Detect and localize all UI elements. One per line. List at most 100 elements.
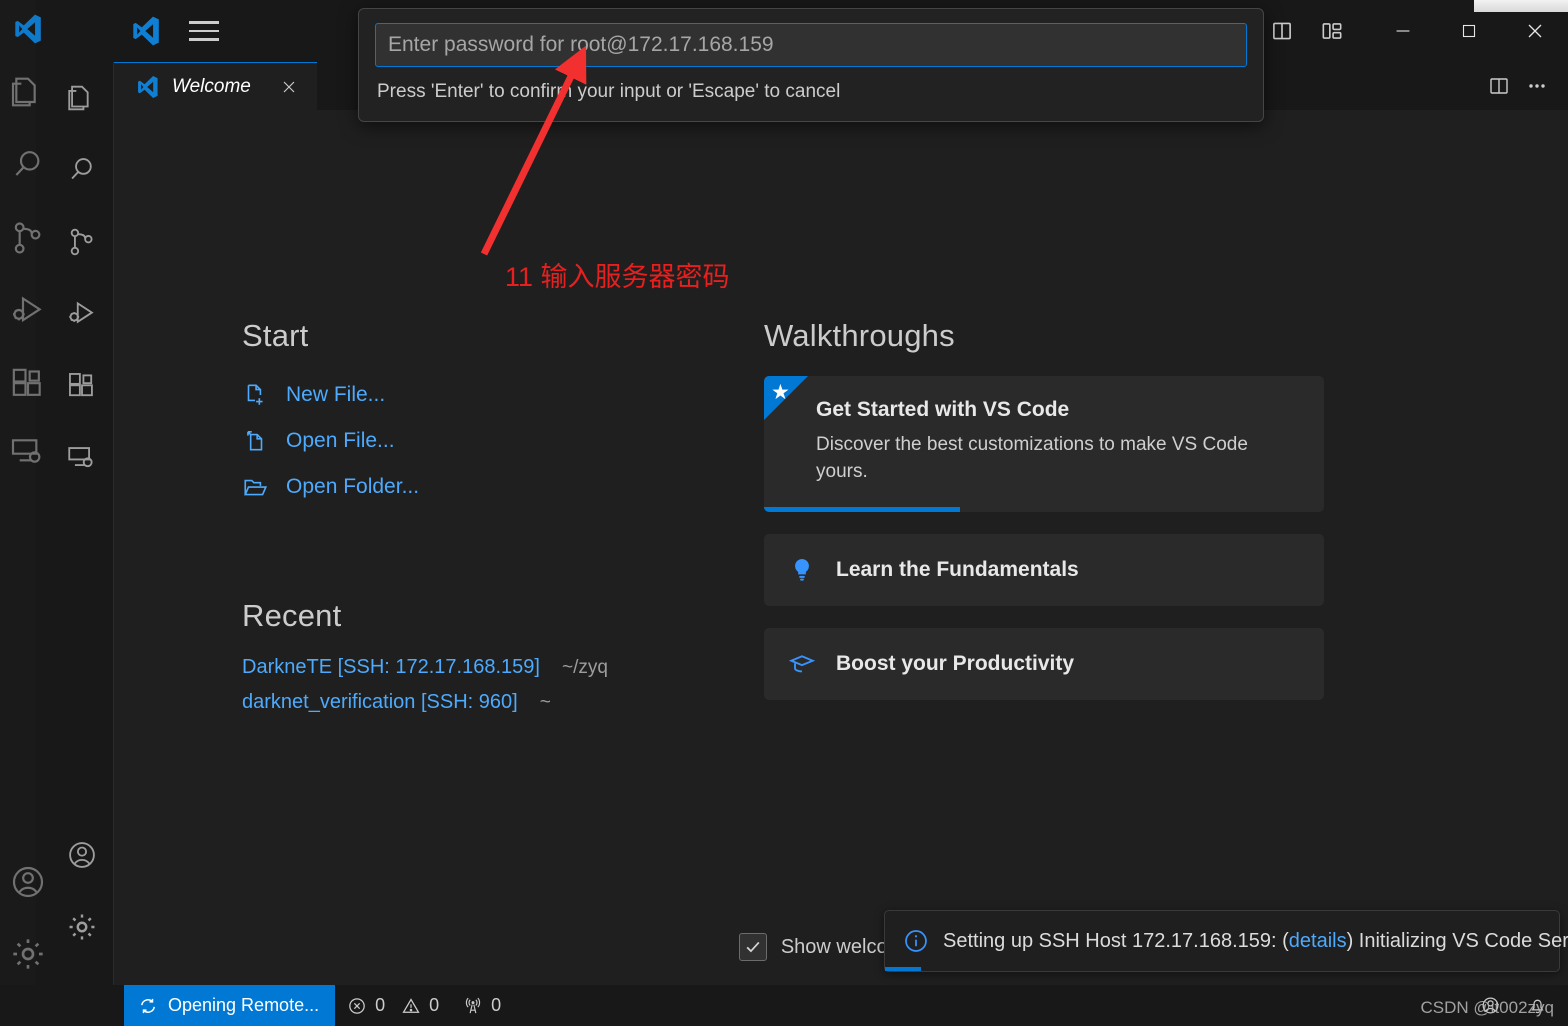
notification-text-before: Setting up SSH Host 172.17.168.159: ( <box>943 929 1289 952</box>
vscode-logo-icon <box>138 75 158 98</box>
sidebar-item-search[interactable] <box>50 134 114 206</box>
walkthrough-title: Get Started with VS Code <box>816 398 1070 421</box>
application-menu-button[interactable] <box>182 11 226 51</box>
error-count: 0 <box>375 995 386 1015</box>
editor-actions <box>1482 62 1568 110</box>
recent-section: Recent DarkneTE [SSH: 172.17.168.159] ~/… <box>242 598 764 714</box>
start-item-label: Open File... <box>286 429 395 452</box>
walkthrough-description: Discover the best customizations to make… <box>816 434 1248 482</box>
notification-progress-bar <box>885 967 921 971</box>
toggle-secondary-sidebar-icon[interactable] <box>1262 11 1302 51</box>
activity-bar <box>50 62 114 985</box>
new-file-icon <box>242 382 268 408</box>
walkthrough-get-started[interactable]: ★ Get Started with VS Code Discover the … <box>764 376 1324 512</box>
hamburger-line <box>189 38 219 41</box>
welcome-right-column: Walkthroughs ★ Get Started with VS Code … <box>764 318 1324 714</box>
open-file-icon <box>242 428 268 454</box>
minimize-button[interactable] <box>1370 0 1436 62</box>
list-item[interactable]: darknet_verification [SSH: 960] ~ <box>242 691 764 714</box>
remote-status-item[interactable]: Opening Remote... <box>124 985 336 1026</box>
ghost-source-control-icon <box>8 218 48 258</box>
star-icon: ★ <box>771 381 790 404</box>
walkthrough-title: Boost your Productivity <box>836 651 1075 675</box>
ghost-debug-icon <box>8 291 48 331</box>
accounts-button[interactable] <box>50 819 114 891</box>
ghost-search-icon <box>8 145 48 185</box>
notification-text-after: ) Initializing VS Code Server <box>1346 929 1568 952</box>
accounts-status-item[interactable] <box>1468 995 1513 1016</box>
account-icon <box>1482 997 1499 1014</box>
customize-layout-icon[interactable] <box>1312 11 1352 51</box>
screenshot-artifact-bar <box>1474 0 1568 12</box>
status-bar-spacer <box>513 985 1468 1026</box>
open-folder-icon <box>242 474 268 500</box>
quick-input-widget: Press 'Enter' to confirm your input or '… <box>358 8 1264 122</box>
manage-gear-button[interactable] <box>50 891 114 963</box>
ports-status-item[interactable]: 0 <box>451 985 513 1026</box>
error-icon <box>349 997 365 1014</box>
info-icon <box>903 928 929 954</box>
list-item[interactable]: DarkneTE [SSH: 172.17.168.159] ~/zyq <box>242 656 764 679</box>
sidebar-item-explorer[interactable] <box>50 62 114 134</box>
sidebar-item-remote-explorer[interactable] <box>50 422 114 494</box>
sidebar-item-extensions[interactable] <box>50 350 114 422</box>
password-input[interactable] <box>375 23 1247 67</box>
lightbulb-icon <box>788 556 816 584</box>
tab-welcome[interactable]: Welcome <box>114 62 317 110</box>
open-file-link[interactable]: Open File... <box>242 422 764 460</box>
ghost-vscode-logo-icon <box>15 14 41 44</box>
sidebar-item-run-and-debug[interactable] <box>50 278 114 350</box>
ports-count: 0 <box>491 995 502 1015</box>
sidebar-item-source-control[interactable] <box>50 206 114 278</box>
editor-area: Start New File... Open File... Open Fold… <box>114 110 1568 985</box>
details-link[interactable]: details <box>1289 930 1347 952</box>
welcome-left-column: Start New File... Open File... Open Fold… <box>114 318 764 714</box>
hamburger-line <box>189 29 219 33</box>
walkthrough-progress-bar <box>764 506 960 512</box>
hamburger-line <box>189 21 219 24</box>
start-item-label: Open Folder... <box>286 475 420 498</box>
remote-status-label: Opening Remote... <box>168 995 320 1015</box>
problems-status-item[interactable]: 0 0 <box>335 985 451 1026</box>
quick-input-hint: Press 'Enter' to confirm your input or '… <box>377 81 841 102</box>
recent-item-name[interactable]: darknet_verification [SSH: 960] <box>242 691 518 714</box>
bell-icon <box>1531 999 1544 1014</box>
walkthrough-title: Learn the Fundamentals <box>836 557 1079 581</box>
sync-icon <box>141 998 155 1013</box>
walkthrough-boost-productivity[interactable]: Boost your Productivity <box>764 627 1324 700</box>
walkthroughs-section-title: Walkthroughs <box>764 318 955 353</box>
split-editor-icon[interactable] <box>1482 69 1516 103</box>
annotation-label: 11 输入服务器密码 <box>505 262 730 292</box>
tab-label: Welcome <box>172 75 251 97</box>
start-list: New File... Open File... Open Folder... <box>242 376 764 506</box>
ghost-gear-icon <box>8 934 48 974</box>
more-actions-icon[interactable] <box>1520 69 1554 103</box>
notification-toast[interactable]: Setting up SSH Host 172.17.168.159: (det… <box>884 910 1568 972</box>
close-icon[interactable] <box>277 75 301 99</box>
checkmark-icon <box>746 941 760 953</box>
ghost-extensions-icon <box>8 364 48 404</box>
ghost-files-icon <box>8 72 48 112</box>
ghost-account-icon <box>8 862 48 902</box>
recent-section-title: Recent <box>242 598 342 633</box>
open-folder-link[interactable]: Open Folder... <box>242 468 764 506</box>
recent-item-path: ~/zyq <box>561 657 608 678</box>
ghost-remote-explorer-icon <box>8 432 48 472</box>
vscode-logo-icon <box>133 16 159 46</box>
start-item-label: New File... <box>286 383 386 406</box>
status-bar-right <box>1468 985 1568 1026</box>
recent-list: DarkneTE [SSH: 172.17.168.159] ~/zyq dar… <box>242 656 764 714</box>
recent-item-path: ~ <box>539 692 551 713</box>
walkthroughs-list: ★ Get Started with VS Code Discover the … <box>764 376 1324 700</box>
show-welcome-page-checkbox[interactable] <box>738 933 767 961</box>
welcome-page: Start New File... Open File... Open Fold… <box>114 110 1568 985</box>
mortarboard-icon <box>788 650 816 678</box>
start-section-title: Start <box>242 318 309 353</box>
new-file-link[interactable]: New File... <box>242 376 764 414</box>
recent-item-name[interactable]: DarkneTE [SSH: 172.17.168.159] <box>242 656 540 679</box>
warning-count: 0 <box>429 995 440 1015</box>
notification-message: Setting up SSH Host 172.17.168.159: (det… <box>943 930 1568 953</box>
status-bar: Opening Remote... 0 0 0 <box>0 985 1568 1026</box>
walkthrough-learn-fundamentals[interactable]: Learn the Fundamentals <box>764 533 1324 606</box>
notifications-status-item[interactable] <box>1515 995 1560 1016</box>
